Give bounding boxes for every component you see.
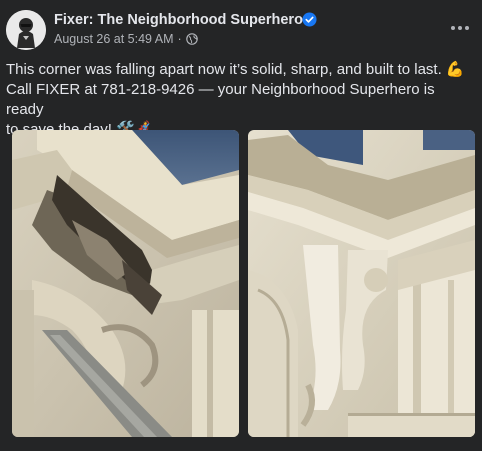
post-message: This corner was falling apart now it’s s… [6,60,474,140]
after-photo[interactable] [248,130,475,437]
page-avatar[interactable] [6,10,46,50]
post-meta: August 26 at 5:49 AM · [54,32,198,46]
globe-icon[interactable] [185,33,198,45]
more-options-icon[interactable] [446,14,474,42]
before-photo[interactable] [12,130,239,437]
meta-separator: · [177,32,182,46]
message-line-2: Call FIXER at 781-218-9426 — your Neighb… [6,81,435,118]
message-line-1: This corner was falling apart now it’s s… [6,61,465,78]
verified-badge-icon [302,12,317,27]
post-timestamp[interactable]: August 26 at 5:49 AM [54,32,174,46]
page-name[interactable]: Fixer: The Neighborhood Superhero [54,12,303,28]
superhero-avatar-icon [6,10,46,50]
facebook-post: Fixer: The Neighborhood Superhero August… [0,0,482,451]
